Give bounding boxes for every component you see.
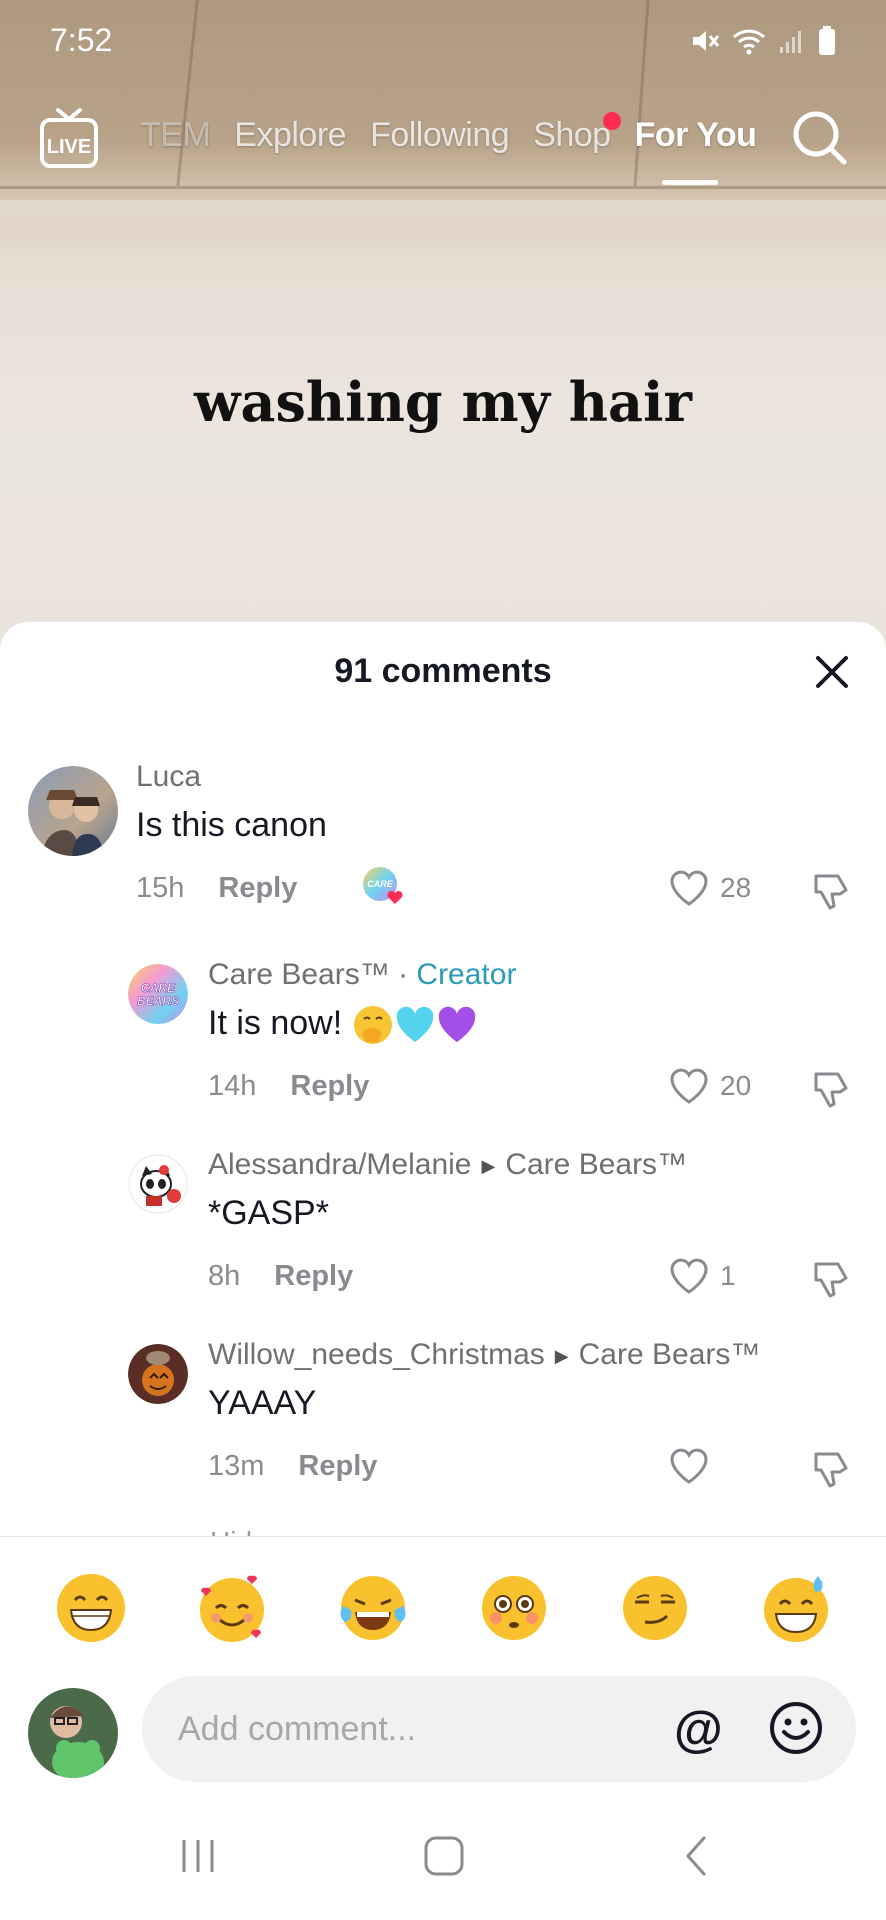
avatar[interactable] (128, 1344, 188, 1404)
comment-meta: 14h Reply (208, 1070, 369, 1103)
dislike-icon[interactable] (810, 1446, 854, 1490)
comment-text: Is this canon (136, 806, 327, 844)
svg-text:CARE: CARE (367, 879, 393, 889)
emoji-picker-icon[interactable] (768, 1700, 824, 1756)
dislike-icon[interactable] (810, 1256, 854, 1300)
comment-meta: 13m Reply (208, 1450, 377, 1483)
avatar[interactable] (28, 766, 118, 856)
comment-username: Willow_needs_Christmas ▶ Care Bears™ (208, 1338, 760, 1372)
svg-text:BEARS: BEARS (137, 994, 179, 1008)
tab-shop[interactable]: Shop (533, 112, 621, 155)
emoji-quick-bar (0, 1570, 886, 1646)
smiling-face-with-hearts-icon[interactable] (194, 1570, 270, 1646)
system-nav-bar (0, 1820, 886, 1920)
comments-count-title: 91 comments (334, 652, 552, 690)
like-button[interactable]: 28 (668, 868, 751, 908)
tab-following[interactable]: Following (370, 116, 510, 155)
nav-tabs: TEM Explore Following Shop For You (140, 112, 757, 155)
reply-button[interactable]: Reply (290, 1070, 369, 1102)
heart-icon (670, 1448, 708, 1484)
comment-text: It is now! (208, 1004, 478, 1046)
like-button[interactable] (668, 1446, 720, 1486)
flushed-emoji-icon[interactable] (476, 1570, 552, 1646)
live-icon[interactable]: LIVE (38, 106, 100, 172)
reply-arrow-icon: ▶ (481, 1155, 496, 1176)
notification-dot (602, 112, 621, 130)
heart-icon (670, 1258, 708, 1294)
creator-liked-badge-icon: CARE (363, 867, 403, 904)
comment-text-body: It is now! (208, 1004, 352, 1042)
purple-heart-icon (438, 1006, 475, 1043)
view-more-replies[interactable]: Hide (210, 1526, 268, 1536)
dislike-icon[interactable] (810, 868, 854, 912)
reply-button[interactable]: Reply (218, 872, 297, 904)
smirk-emoji-icon[interactable] (617, 1570, 693, 1646)
creator-label: Creator (416, 958, 517, 991)
svg-text:CARE: CARE (141, 981, 176, 995)
comment-text: *GASP* (208, 1194, 329, 1232)
top-nav: LIVE TEM Explore Following Shop For You (0, 100, 886, 190)
dislike-icon[interactable] (810, 1066, 854, 1110)
like-button[interactable]: 1 (668, 1256, 736, 1296)
reply-to-username[interactable]: Care Bears™ (579, 1338, 761, 1371)
username-link[interactable]: Alessandra/Melanie (208, 1148, 471, 1181)
avatar[interactable] (128, 1154, 188, 1214)
comment-time: 13m (208, 1450, 265, 1482)
like-count: 20 (720, 1070, 752, 1101)
like-count: 1 (720, 1260, 736, 1291)
video-caption: washing my hair (194, 370, 692, 434)
tab-shop-label: Shop (533, 116, 611, 154)
comment-username: Care Bears™ · Creator (208, 958, 516, 992)
comment-meta: 15h Reply (136, 872, 297, 905)
avatar[interactable]: CARE BEARS (128, 964, 188, 1024)
heart-icon (670, 870, 708, 906)
active-tab-indicator (662, 180, 718, 185)
light-blue-heart-icon (396, 1006, 433, 1043)
comment-time: 14h (208, 1070, 257, 1102)
close-icon[interactable] (812, 652, 852, 692)
home-icon[interactable] (422, 1834, 466, 1878)
comment-text: YAAAY (208, 1384, 317, 1422)
tub-rim (0, 200, 886, 240)
divider (0, 1536, 886, 1537)
tab-tem[interactable]: TEM (140, 116, 211, 155)
video-player[interactable]: washing my hair (0, 0, 886, 660)
username-link[interactable]: Willow_needs_Christmas (208, 1338, 545, 1371)
battery-icon (819, 26, 835, 55)
add-comment-input[interactable] (142, 1676, 856, 1782)
back-icon[interactable] (676, 1834, 720, 1878)
status-icons (690, 26, 836, 56)
comment-time: 8h (208, 1260, 241, 1292)
svg-text:LIVE: LIVE (47, 136, 91, 158)
comment-username[interactable]: Luca (136, 760, 201, 794)
my-avatar[interactable] (28, 1688, 118, 1778)
heart-icon (670, 1068, 708, 1104)
status-bar: 7:52 (0, 0, 886, 80)
signal-icon (780, 31, 801, 53)
like-count: 28 (720, 872, 752, 903)
sweat-smile-emoji-icon[interactable] (758, 1570, 834, 1646)
search-icon[interactable] (790, 108, 850, 168)
like-button[interactable]: 20 (668, 1066, 751, 1106)
comment-meta: 8h Reply (208, 1260, 353, 1293)
separator: · (389, 958, 417, 991)
tab-for-you[interactable]: For You (635, 116, 757, 155)
mention-at-icon[interactable]: @ (674, 1700, 723, 1758)
grinning-emoji-icon[interactable] (53, 1570, 129, 1646)
mute-icon (693, 31, 720, 51)
comment-time: 15h (136, 872, 185, 904)
reply-button[interactable]: Reply (298, 1450, 377, 1482)
hand-over-mouth-emoji-icon (353, 1006, 392, 1045)
reply-to-username[interactable]: Care Bears™ (505, 1148, 687, 1181)
recent-apps-icon[interactable] (176, 1834, 220, 1878)
tab-explore[interactable]: Explore (234, 116, 346, 155)
username-link[interactable]: Care Bears™ (208, 958, 390, 991)
reply-arrow-icon: ▶ (554, 1345, 569, 1366)
reply-button[interactable]: Reply (274, 1260, 353, 1292)
status-time: 7:52 (50, 22, 113, 58)
wifi-icon (732, 29, 766, 55)
tears-of-joy-emoji-icon[interactable] (335, 1570, 411, 1646)
comment-username: Alessandra/Melanie ▶ Care Bears™ (208, 1148, 687, 1182)
